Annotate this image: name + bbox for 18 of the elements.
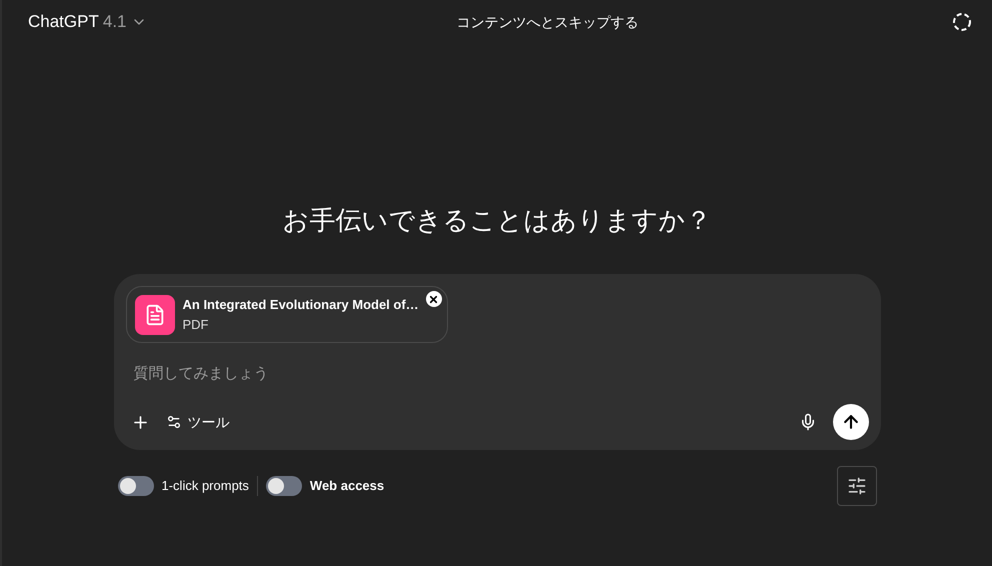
sliders-icon xyxy=(166,414,182,430)
settings-button[interactable] xyxy=(836,466,876,506)
send-button[interactable] xyxy=(832,404,868,440)
toggle-switch[interactable] xyxy=(118,476,154,496)
toggle-label: Web access xyxy=(310,477,384,496)
toggle-label: 1-click prompts xyxy=(162,477,249,496)
message-input[interactable]: 質問してみましょう xyxy=(134,363,734,386)
remove-attachment-button[interactable] xyxy=(426,291,442,307)
dashed-circle-icon xyxy=(952,12,972,32)
skip-link[interactable]: コンテンツへとスキップする xyxy=(456,12,638,32)
toggle-switch[interactable] xyxy=(266,476,302,496)
tools-button[interactable]: ツール xyxy=(166,412,230,432)
attachment-title: An Integrated Evolutionary Model of… xyxy=(182,296,419,314)
sliders-icon xyxy=(846,476,866,496)
model-selector[interactable]: ChatGPT 4.1 xyxy=(28,9,146,35)
attachment-type: PDF xyxy=(182,316,210,334)
heading: お手伝いできることはありますか？ xyxy=(282,204,712,236)
close-icon xyxy=(428,294,439,304)
